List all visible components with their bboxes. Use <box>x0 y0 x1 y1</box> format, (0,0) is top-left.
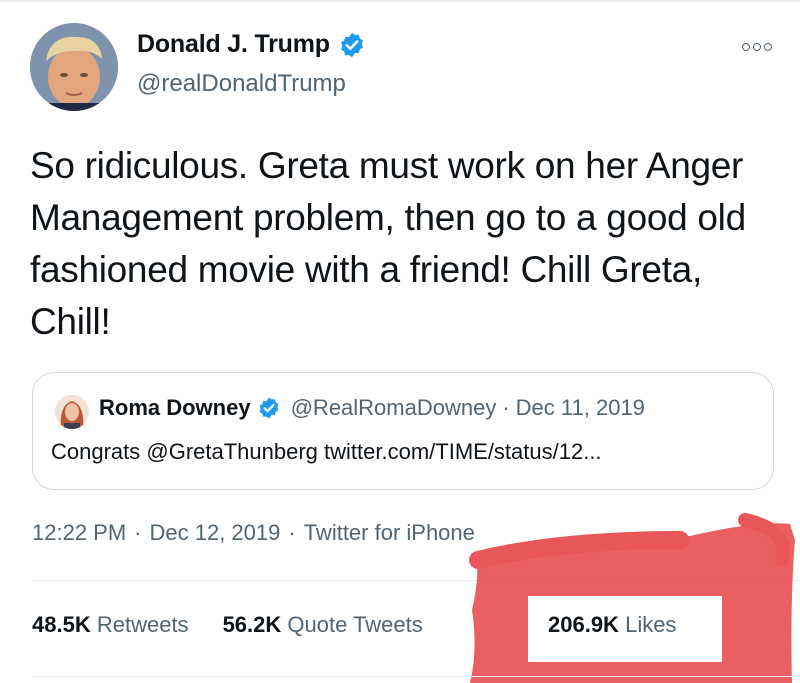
likes-stat[interactable]: 206.9K Likes <box>548 612 676 638</box>
quoted-display-name: Roma Downey <box>99 395 251 420</box>
author-avatar[interactable] <box>30 23 118 111</box>
tweet-date[interactable]: Dec 12, 2019 <box>150 520 281 545</box>
retweets-label: Retweets <box>96 612 189 637</box>
tweet-stats: 48.5K Retweets 56.2K Quote Tweets <box>32 612 457 638</box>
quoted-separator: · <box>502 395 510 420</box>
divider <box>32 580 800 581</box>
tweet-time[interactable]: 12:22 PM <box>32 520 126 545</box>
meta-separator: · <box>134 520 142 545</box>
author-handle[interactable]: @realDonaldTrump <box>137 70 346 98</box>
verified-badge-icon <box>259 397 278 419</box>
quote-tweets-stat[interactable]: 56.2K Quote Tweets <box>223 612 423 638</box>
quoted-author-avatar <box>55 395 89 429</box>
verified-badge-icon <box>340 32 363 57</box>
tweet-header: Donald J. Trump @realDonaldTrump <box>0 0 800 130</box>
meta-separator-2: · <box>288 520 296 545</box>
quoted-text: Congrats @GretaThunberg twitter.com/TIME… <box>51 439 602 464</box>
tweet-text: So ridiculous. Greta must work on her An… <box>30 145 746 342</box>
retweets-stat[interactable]: 48.5K Retweets <box>32 612 189 638</box>
quoted-header: Roma Downey @RealRomaDowney · Dec 11, 20… <box>99 395 645 421</box>
author-display-name[interactable]: Donald J. Trump <box>137 30 330 59</box>
more-horizontal-icon[interactable] <box>742 40 772 54</box>
tweet-source[interactable]: Twitter for iPhone <box>304 520 475 545</box>
likes-label: Likes <box>625 612 677 637</box>
divider-bottom <box>32 676 800 677</box>
tweet-meta: 12:22 PM · Dec 12, 2019 · Twitter for iPhone <box>32 520 475 546</box>
likes-count: 206.9K <box>548 612 619 637</box>
quoted-date: Dec 11, 2019 <box>515 395 645 420</box>
quoted-handle: @RealRomaDowney <box>290 395 497 420</box>
author-name-row: Donald J. Trump <box>137 30 366 59</box>
retweets-count: 48.5K <box>32 612 91 637</box>
quote-tweets-label: Quote Tweets <box>287 612 423 637</box>
quoted-tweet-card[interactable]: Roma Downey @RealRomaDowney · Dec 11, 20… <box>32 372 774 490</box>
quote-tweets-count: 56.2K <box>222 612 282 637</box>
